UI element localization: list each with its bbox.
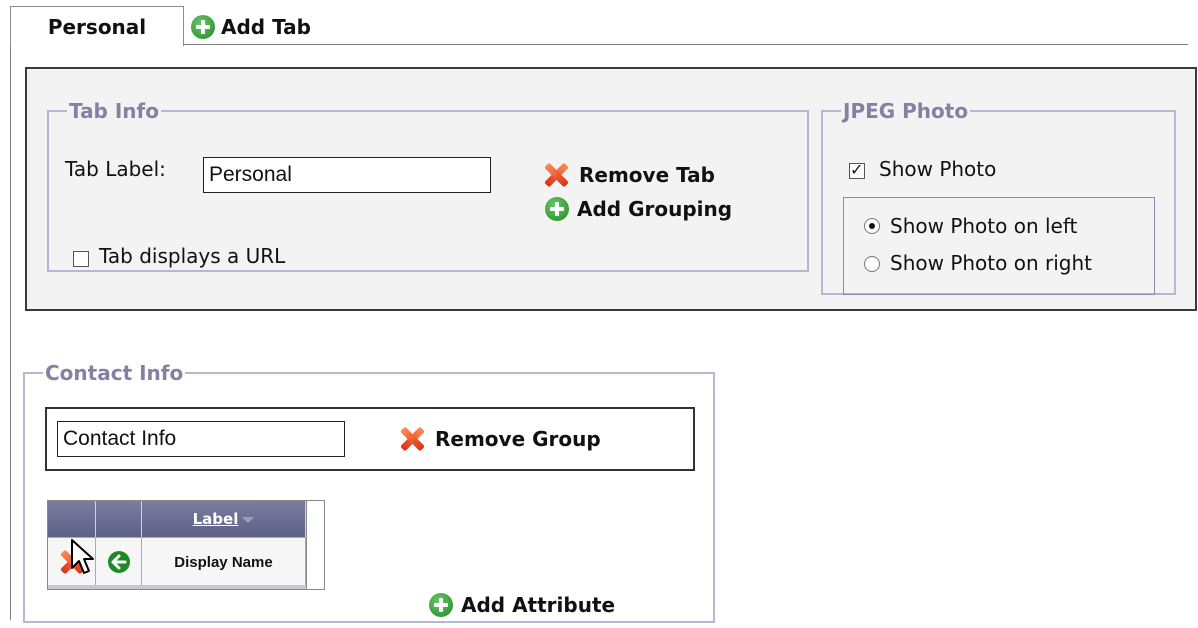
row-move-cell[interactable] bbox=[96, 538, 142, 586]
photo-left-label: Show Photo on left bbox=[890, 214, 1078, 238]
add-tab-button[interactable]: Add Tab bbox=[191, 14, 311, 40]
grid-scroll-bottom bbox=[48, 585, 306, 589]
tab-info-legend: Tab Info bbox=[69, 99, 159, 123]
photo-left-radio[interactable] bbox=[864, 218, 880, 234]
plus-circle-icon bbox=[545, 197, 569, 221]
tab-label-input[interactable] bbox=[203, 157, 491, 193]
tab-label-caption: Tab Label: bbox=[65, 157, 166, 181]
add-grouping-button[interactable]: Add Grouping bbox=[545, 197, 732, 221]
photo-right-label: Show Photo on right bbox=[890, 251, 1092, 275]
tab-personal[interactable]: Personal bbox=[10, 6, 184, 46]
photo-position-box: Show Photo on left Show Photo on right bbox=[843, 197, 1155, 295]
red-x-icon bbox=[541, 160, 571, 190]
add-tab-label: Add Tab bbox=[221, 15, 311, 39]
add-attribute-label: Add Attribute bbox=[461, 593, 616, 617]
sort-caret-icon bbox=[242, 517, 255, 523]
show-photo-label: Show Photo bbox=[879, 157, 997, 181]
grid-header-move-col bbox=[96, 501, 142, 537]
red-x-icon bbox=[397, 424, 427, 454]
show-photo-checkbox[interactable] bbox=[849, 160, 865, 179]
contact-info-legend: Contact Info bbox=[45, 361, 184, 385]
grid-header-delete-col bbox=[48, 501, 96, 537]
grid-header-label: Label bbox=[192, 510, 239, 528]
jpeg-photo-legend: JPEG Photo bbox=[843, 99, 969, 123]
grid-side-panel bbox=[306, 501, 324, 589]
tab-personal-label: Personal bbox=[47, 14, 147, 39]
jpeg-photo-group: JPEG Photo Show Photo Show Photo on left… bbox=[821, 99, 1176, 295]
photo-right-radio[interactable] bbox=[864, 256, 880, 272]
add-grouping-label: Add Grouping bbox=[577, 197, 733, 221]
group-name-input[interactable] bbox=[57, 421, 345, 457]
tab-panel: Tab Info Tab Label: Remove Tab Add Group… bbox=[25, 67, 1197, 311]
remove-tab-button[interactable]: Remove Tab bbox=[541, 160, 715, 190]
contact-info-group: Contact Info Remove Group Label bbox=[23, 361, 715, 623]
tab-url-checkbox-label: Tab displays a URL bbox=[99, 244, 286, 268]
grid-header: Label bbox=[48, 501, 306, 537]
plus-circle-icon bbox=[429, 593, 453, 617]
tab-url-checkbox[interactable] bbox=[73, 251, 89, 267]
mouse-pointer-icon bbox=[71, 539, 94, 574]
tab-strip-line bbox=[184, 44, 1188, 45]
group-name-box: Remove Group bbox=[45, 407, 695, 471]
grid-header-label-sort[interactable]: Label bbox=[142, 501, 306, 537]
row-label-cell[interactable]: Display Name bbox=[142, 538, 306, 586]
plus-circle-icon bbox=[191, 15, 215, 39]
remove-tab-label: Remove Tab bbox=[579, 163, 715, 187]
remove-group-label: Remove Group bbox=[435, 427, 601, 451]
tab-info-group: Tab Info Tab Label: Remove Tab Add Group… bbox=[47, 99, 809, 272]
row-label: Display Name bbox=[174, 553, 273, 571]
add-attribute-button[interactable]: Add Attribute bbox=[429, 593, 615, 617]
arrow-circle-icon bbox=[107, 551, 130, 573]
remove-group-button[interactable]: Remove Group bbox=[397, 424, 601, 454]
